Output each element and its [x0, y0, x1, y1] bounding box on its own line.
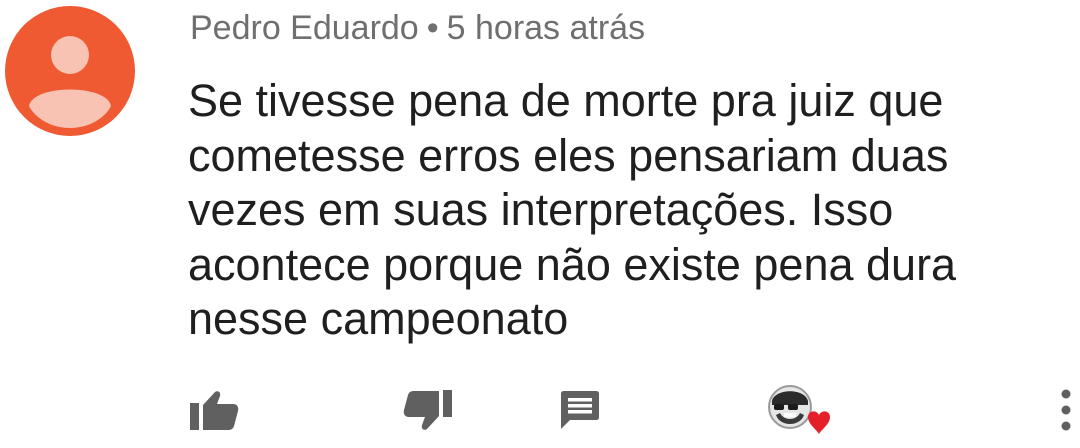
creator-heart-icon: [768, 385, 830, 434]
more-vert-icon: [1061, 389, 1071, 431]
dislike-button[interactable]: [400, 380, 456, 440]
comment-line: nesse campeonato: [188, 293, 569, 344]
comment-card: Pedro Eduardo • 5 horas atrás Se tivesse p…: [0, 0, 1080, 448]
thumbs-up-icon: [190, 391, 239, 430]
reply-button[interactable]: [552, 380, 608, 440]
meta-separator: •: [426, 9, 439, 47]
default-avatar-icon: [5, 6, 135, 136]
reply-icon: [561, 391, 599, 429]
comment-line: vezes em suas interpretações. Isso: [188, 184, 894, 235]
comment-time[interactable]: 5 horas atrás: [447, 9, 645, 47]
thumbs-down-icon: [403, 390, 452, 430]
comment-line: Se tivesse pena de morte pra juiz que: [188, 75, 944, 126]
avatar[interactable]: [5, 6, 135, 136]
author-name[interactable]: Pedro Eduardo: [190, 9, 419, 47]
comment-actions: [0, 380, 1080, 440]
comment-text: Se tivesse pena de morte pra juiz que co…: [188, 74, 1028, 347]
comment-line: cometesse erros eles pensariam duas: [188, 129, 949, 181]
comment-meta: Pedro Eduardo • 5 horas atrás: [190, 8, 645, 48]
like-button[interactable]: [186, 380, 242, 440]
comment-line: acontece porque não existe pena dura: [188, 238, 957, 290]
creator-heart-badge: [760, 380, 840, 440]
more-options-button[interactable]: [1054, 380, 1078, 440]
